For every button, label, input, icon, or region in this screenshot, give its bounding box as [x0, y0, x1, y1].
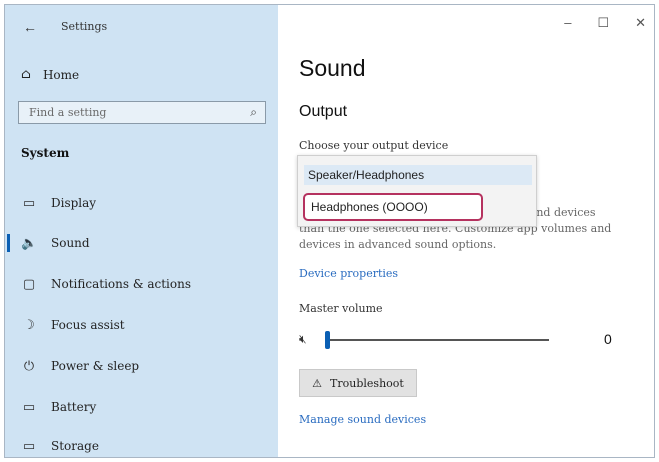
sidebar-item-label: Focus assist — [51, 318, 125, 332]
section-heading: System — [21, 146, 70, 160]
power-icon: ⏻ — [23, 358, 35, 374]
sidebar-item-label: Sound — [51, 236, 90, 250]
minimize-button[interactable]: – — [564, 15, 571, 31]
output-device-label: Choose your output device — [299, 139, 449, 152]
master-volume-label: Master volume — [299, 302, 383, 315]
sidebar-item-label: Display — [51, 196, 97, 210]
sidebar-item-power-sleep[interactable]: ⏻ Power & sleep — [5, 348, 278, 384]
dropdown-option-headphones[interactable]: Headphones (OOOO) — [303, 193, 483, 221]
volume-slider-thumb[interactable] — [325, 331, 330, 349]
volume-value: 0 — [604, 331, 612, 347]
home-icon: ⌂ — [21, 67, 31, 82]
settings-window: ← Settings ⌂ Home ⌕ System ▭ Display 🔈 S… — [4, 4, 655, 458]
sidebar-item-label: Storage — [51, 439, 99, 453]
sidebar-item-battery[interactable]: ▭ Battery — [5, 389, 278, 425]
sidebar-item-sound[interactable]: 🔈 Sound — [5, 225, 278, 261]
battery-icon: ▭ — [22, 399, 36, 415]
sidebar-item-label: Power & sleep — [51, 359, 140, 373]
moon-icon: ☽ — [23, 317, 35, 333]
storage-icon: ▭ — [22, 438, 36, 454]
sidebar-item-display[interactable]: ▭ Display — [5, 185, 278, 221]
sidebar-item-focus-assist[interactable]: ☽ Focus assist — [5, 307, 278, 343]
search-icon[interactable]: ⌕ — [250, 105, 257, 120]
sidebar-item-home[interactable]: ⌂ Home — [21, 67, 79, 82]
sidebar-item-label: Home — [42, 67, 80, 82]
output-heading: Output — [299, 103, 348, 120]
monitor-icon: ▭ — [22, 195, 36, 211]
sidebar-item-notifications[interactable]: ▢ Notifications & actions — [5, 266, 278, 302]
troubleshoot-button[interactable]: ⚠ Troubleshoot — [299, 369, 417, 397]
volume-slider-track[interactable] — [327, 339, 549, 341]
maximize-button[interactable]: ☐ — [597, 15, 609, 31]
sidebar-item-storage[interactable]: ▭ Storage — [5, 428, 278, 457]
window-controls: – ☐ ✕ — [564, 15, 646, 31]
sidebar-item-label: Battery — [51, 400, 97, 414]
master-volume-row: 🔇︎ 0 — [299, 331, 619, 349]
output-device-dropdown[interactable]: Speaker/Headphones Headphones (OOOO) — [297, 155, 537, 227]
mute-icon[interactable]: 🔇︎ — [299, 332, 307, 347]
troubleshoot-label: Troubleshoot — [330, 376, 404, 390]
manage-sound-devices-link[interactable]: Manage sound devices — [299, 413, 426, 426]
description-line: devices in advanced sound options. — [299, 238, 497, 251]
sidebar: ← Settings ⌂ Home ⌕ System ▭ Display 🔈 S… — [5, 5, 278, 457]
warning-icon: ⚠ — [312, 376, 323, 390]
arrow-left-icon[interactable]: ← — [23, 19, 37, 35]
sidebar-item-label: Notifications & actions — [51, 277, 191, 291]
dropdown-option-speaker-headphones[interactable]: Speaker/Headphones — [304, 165, 532, 185]
device-properties-link[interactable]: Device properties — [299, 267, 398, 280]
notification-icon: ▢ — [22, 276, 36, 292]
search-input[interactable] — [27, 105, 231, 120]
page-title: Sound — [299, 55, 366, 81]
close-button[interactable]: ✕ — [635, 15, 646, 31]
search-box: ⌕ — [18, 101, 266, 124]
speaker-icon: 🔈 — [21, 235, 38, 251]
app-title: Settings — [61, 20, 108, 33]
content-pane: – ☐ ✕ Sound Output Choose your output de… — [278, 5, 654, 457]
